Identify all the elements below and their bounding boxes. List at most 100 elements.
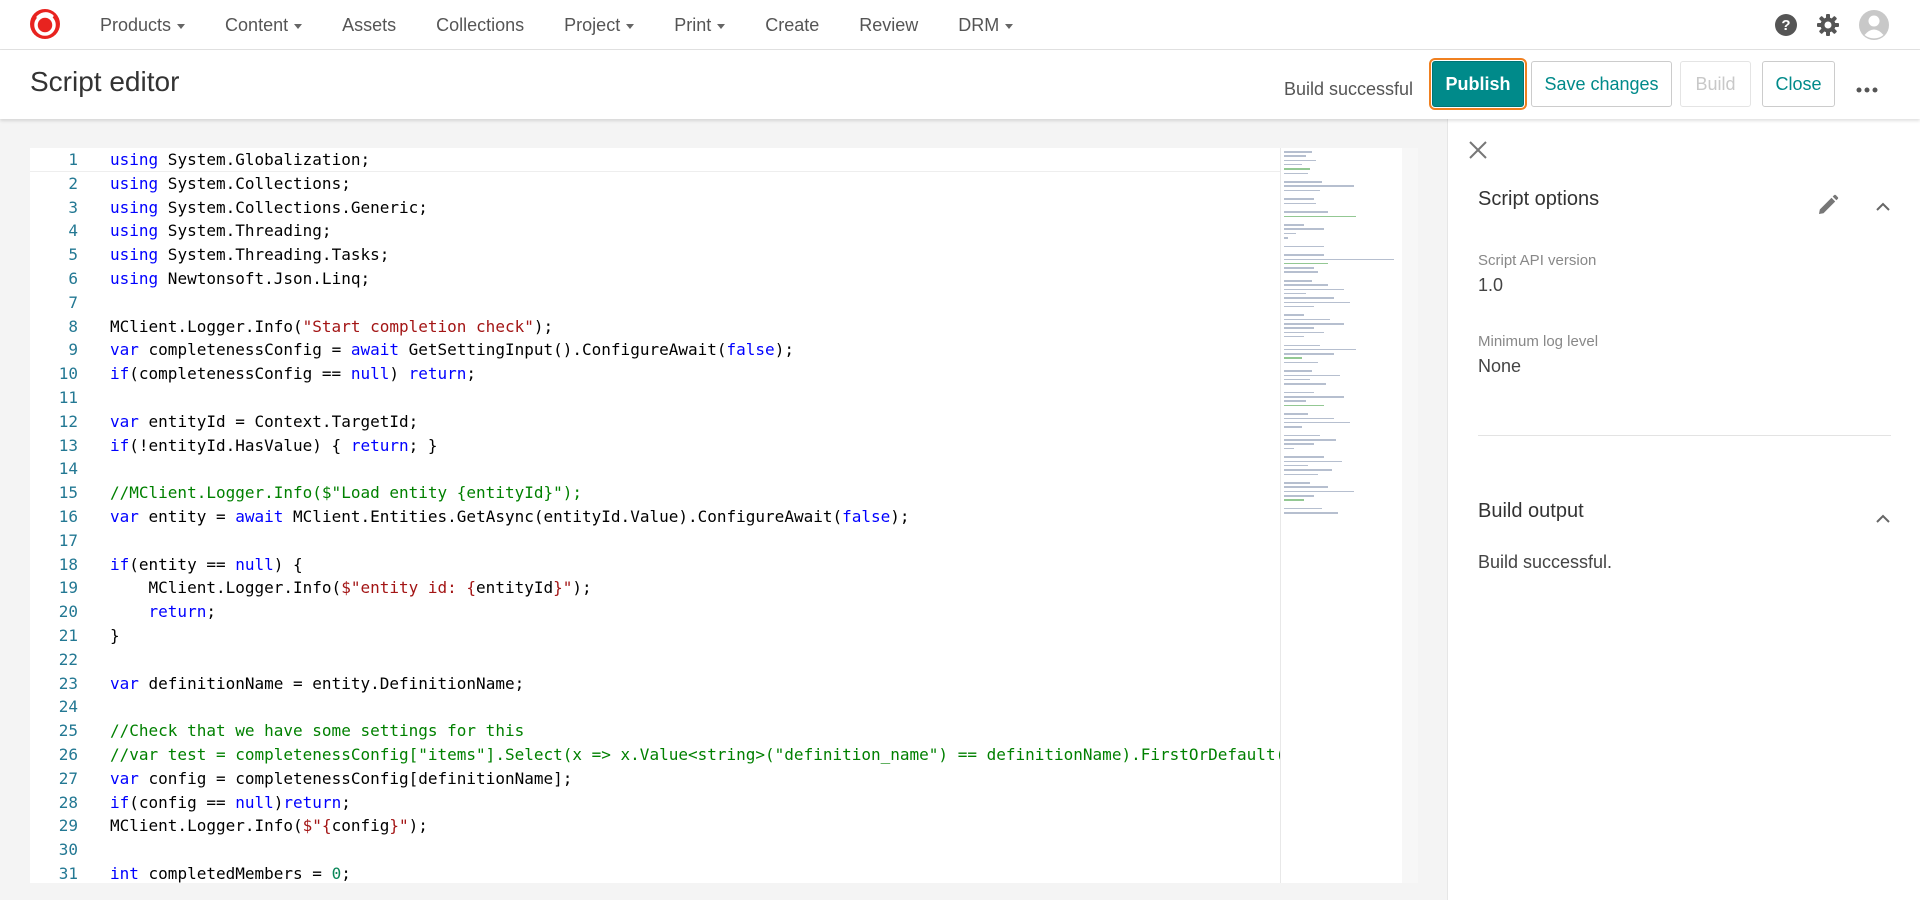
minimap-line [1284, 439, 1336, 441]
nav-item-project[interactable]: Project [564, 14, 635, 36]
editor-minimap[interactable] [1280, 148, 1402, 883]
line-number: 31 [58, 863, 78, 883]
code-line[interactable]: 27 var config = completenessConfig[defini… [30, 767, 1280, 791]
line-number: 8 [68, 316, 78, 336]
minimap-line [1284, 383, 1326, 385]
minimap-line [1284, 348, 1356, 351]
collapse-script-options-chevron-icon[interactable] [1876, 199, 1890, 217]
code-line[interactable]: 10 if(completenessConfig == null) return; [30, 362, 1280, 386]
minimap-line [1284, 172, 1308, 174]
code-line[interactable]: 8 MClient.Logger.Info("Start completion c… [30, 315, 1280, 339]
nav-item-collections[interactable]: Collections [436, 15, 524, 36]
close-button[interactable]: Close [1762, 61, 1835, 107]
minimap-line [1284, 301, 1350, 303]
api-version-value: 1.0 [1478, 275, 1504, 295]
code-line[interactable]: 7 [30, 291, 1280, 315]
code-line[interactable]: 26 //var test = completenessConfig["items… [30, 743, 1280, 767]
build-output-title: Build output [1478, 500, 1584, 522]
line-content: MClient.Logger.Info($"entity id: {entity… [110, 578, 592, 598]
close-panel-icon[interactable] [1468, 140, 1488, 165]
collapse-build-output-chevron-icon[interactable] [1876, 511, 1890, 529]
code-line[interactable]: 14 [30, 457, 1280, 481]
minimap-line [1284, 378, 1310, 381]
code-line[interactable]: 25 //Check that we have some settings for… [30, 719, 1280, 743]
code-line[interactable]: 30 [30, 838, 1280, 862]
code-line[interactable]: 11 [30, 386, 1280, 410]
minimap-line [1284, 486, 1328, 488]
code-line[interactable]: 12 var entityId = Context.TargetId; [30, 410, 1280, 434]
line-content: var completenessConfig = await GetSettin… [110, 340, 794, 360]
gear-icon[interactable] [1816, 13, 1840, 37]
minimap-line [1284, 421, 1350, 424]
publish-button[interactable]: Publish [1429, 58, 1527, 110]
code-editor[interactable]: 1 using System.Globalization; 2 using Syste… [30, 148, 1418, 883]
code-line[interactable]: 2 using System.Collections; [30, 172, 1280, 196]
code-line[interactable]: 24 [30, 695, 1280, 719]
code-line[interactable]: 29 MClient.Logger.Info($"{config}"); [30, 814, 1280, 838]
code-line[interactable]: 4 using System.Threading; [30, 219, 1280, 243]
line-content: } [110, 625, 120, 645]
code-line[interactable]: 21} [30, 624, 1280, 648]
nav-item-drm[interactable]: DRM [958, 15, 1014, 36]
page-header: Script editor Build successful Publish S… [0, 50, 1920, 119]
script-options-title: Script options [1478, 188, 1600, 210]
minimap-line [1284, 215, 1356, 217]
more-options-icon[interactable] [1856, 81, 1878, 99]
code-line[interactable]: 23 var definitionName = entity.Definition… [30, 672, 1280, 696]
nav-item-label: Products [100, 14, 172, 35]
edit-pencil-icon[interactable] [1816, 193, 1840, 222]
code-line[interactable]: 15 //MClient.Logger.Info($"Load entity {e… [30, 481, 1280, 505]
nav-item-content[interactable]: Content [225, 15, 303, 36]
minimap-line [1284, 353, 1334, 355]
nav-item-create[interactable]: Create [765, 15, 819, 36]
page-title: Script editor [30, 66, 180, 97]
save-changes-button[interactable]: Save changes [1531, 61, 1672, 107]
line-number: 1 [68, 150, 78, 169]
line-content: using System.Threading.Tasks; [110, 245, 390, 265]
nav-item-label: Create [765, 14, 820, 35]
code-line[interactable]: 5 using System.Threading.Tasks; [30, 243, 1280, 267]
code-line[interactable]: 1 using System.Globalization; [30, 148, 1280, 172]
user-avatar-icon[interactable] [1858, 9, 1890, 41]
nav-item-print[interactable]: Print [674, 15, 726, 36]
minimap-line [1284, 271, 1318, 273]
help-icon[interactable]: ? [1774, 13, 1798, 37]
minimap-line [1284, 314, 1304, 316]
code-line[interactable]: 3 using System.Collections.Generic; [30, 196, 1280, 220]
editor-scrollbar[interactable] [1402, 148, 1418, 883]
code-line[interactable]: 18 if(entity == null) { [30, 553, 1280, 577]
code-line[interactable]: 19 MClient.Logger.Info($"entity id: {ent… [30, 576, 1280, 600]
build-output-text: Build successful. [1478, 552, 1613, 572]
code-line[interactable]: 22 [30, 648, 1280, 672]
caret-down-icon [717, 23, 726, 29]
code-area[interactable]: 1 using System.Globalization; 2 using Syste… [30, 148, 1280, 883]
code-line[interactable]: 31 int completedMembers = 0; [30, 862, 1280, 883]
code-line[interactable]: 17 [30, 529, 1280, 553]
app-logo-icon[interactable] [29, 8, 61, 40]
line-number: 23 [58, 673, 78, 693]
minimap-line [1284, 426, 1302, 428]
svg-text:?: ? [1781, 17, 1790, 34]
nav-item-label: Project [564, 14, 621, 35]
line-number: 13 [58, 435, 78, 455]
nav-item-assets[interactable]: Assets [342, 15, 396, 36]
nav-item-products[interactable]: Products [100, 14, 186, 36]
nav-item-review[interactable]: Review [859, 15, 918, 36]
minimap-line [1284, 335, 1304, 338]
code-line[interactable]: 28 if(config == null)return; [30, 791, 1280, 815]
minimap-line [1284, 163, 1302, 166]
line-number: 6 [68, 268, 78, 288]
build-button[interactable]: Build [1680, 61, 1751, 107]
minimap-line [1284, 443, 1314, 445]
code-line[interactable]: 6 using Newtonsoft.Json.Linq; [30, 267, 1280, 291]
code-line[interactable]: 16 var entity = await MClient.Entities.Ge… [30, 505, 1280, 529]
minimap-line [1284, 318, 1330, 321]
minimap-line [1284, 417, 1334, 420]
line-number: 18 [58, 554, 78, 574]
minimap-line [1284, 512, 1338, 514]
line-number: 3 [68, 197, 78, 217]
code-line[interactable]: 20 return; [30, 600, 1280, 624]
code-line[interactable]: 13 if(!entityId.HasValue) { return; } [30, 434, 1280, 458]
code-line[interactable]: 9 var completenessConfig = await GetSetti… [30, 338, 1280, 362]
line-number: 2 [68, 173, 78, 193]
